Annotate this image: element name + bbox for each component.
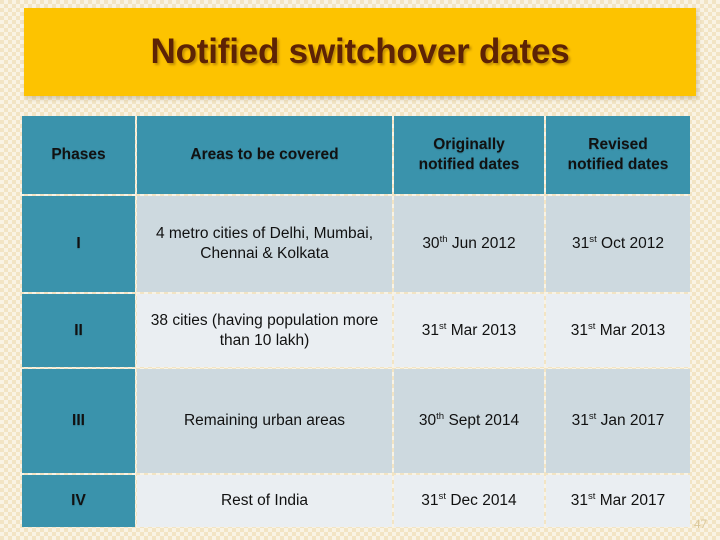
- date-day: 31: [570, 321, 588, 339]
- date-day: 31: [571, 412, 589, 430]
- page-number: 47: [694, 516, 707, 531]
- date-ordinal: st: [438, 490, 447, 502]
- date-rest: Mar 2017: [595, 492, 666, 510]
- revised-notified-date: 31st Mar 2017: [546, 475, 690, 527]
- column-header-revised-line2: notified dates: [567, 156, 669, 173]
- revised-notified-date: 31st Mar 2013: [546, 294, 690, 367]
- column-header-revised-line1: Revised: [588, 136, 648, 154]
- phase-label: IV: [22, 475, 135, 527]
- column-header-originally-line2: notified dates: [418, 156, 520, 173]
- table-header-row: Phases Areas to be covered Originally no…: [22, 116, 690, 194]
- column-header-phases: Phases: [22, 116, 135, 194]
- originally-notified-date: 30th Sept 2014: [394, 369, 544, 473]
- date-rest: Jun 2012: [447, 235, 516, 253]
- date-rest: Mar 2013: [446, 321, 517, 339]
- revised-notified-date: 31st Jan 2017: [546, 369, 690, 473]
- date-rest: Mar 2013: [595, 321, 666, 339]
- date-day: 31: [572, 235, 590, 253]
- areas-covered: Remaining urban areas: [137, 369, 392, 473]
- areas-covered: 4 metro cities of Delhi, Mumbai, Chennai…: [137, 196, 392, 292]
- column-header-areas: Areas to be covered: [137, 116, 392, 194]
- date-day: 30: [418, 412, 437, 430]
- table-row: IV Rest of India 31st Dec 2014 31st Mar …: [22, 475, 690, 527]
- originally-notified-date: 31st Dec 2014: [394, 475, 544, 527]
- column-header-originally-line1: Originally: [433, 136, 505, 154]
- originally-notified-date: 30th Jun 2012: [394, 196, 544, 292]
- date-rest: Oct 2012: [596, 235, 664, 253]
- notified-switchover-dates-table: Phases Areas to be covered Originally no…: [20, 114, 692, 529]
- areas-covered: 38 cities (having population more than 1…: [137, 294, 392, 367]
- table-row: II 38 cities (having population more tha…: [22, 294, 690, 367]
- originally-notified-date: 31st Mar 2013: [394, 294, 544, 367]
- phase-label: III: [22, 369, 135, 473]
- phase-label: I: [22, 196, 135, 292]
- slide-title-banner: Notified switchover dates: [24, 8, 696, 96]
- date-day: 31: [570, 492, 588, 510]
- table-row: III Remaining urban areas 30th Sept 2014…: [22, 369, 690, 473]
- date-rest: Jan 2017: [596, 412, 665, 430]
- date-ordinal: th: [439, 233, 448, 245]
- date-ordinal: st: [589, 233, 597, 245]
- date-day: 31: [421, 321, 439, 339]
- date-ordinal: th: [436, 410, 445, 422]
- phase-label: II: [22, 294, 135, 367]
- revised-notified-date: 31st Oct 2012: [546, 196, 690, 292]
- page-title: Notified switchover dates: [150, 32, 570, 71]
- date-rest: Dec 2014: [446, 492, 517, 510]
- column-header-originally-notified-dates: Originally notified dates: [394, 116, 544, 194]
- date-day: 30: [422, 235, 440, 253]
- column-header-revised-notified-dates: Revised notified dates: [546, 116, 690, 194]
- areas-covered: Rest of India: [137, 475, 392, 527]
- date-rest: Sept 2014: [444, 412, 520, 430]
- date-day: 31: [421, 492, 439, 510]
- table-row: I 4 metro cities of Delhi, Mumbai, Chenn…: [22, 196, 690, 292]
